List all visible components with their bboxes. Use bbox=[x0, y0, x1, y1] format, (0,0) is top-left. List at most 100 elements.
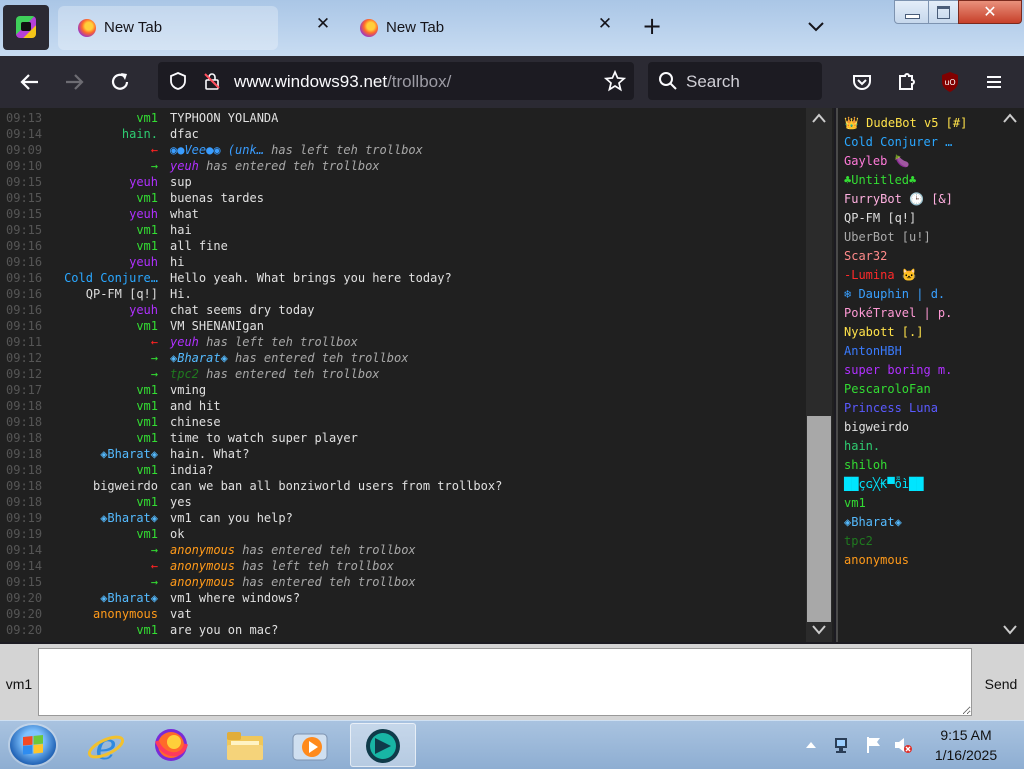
message-nick[interactable]: yeuh bbox=[129, 302, 158, 318]
system-message-text: tpc2 has entered teh trollbox bbox=[170, 367, 380, 381]
scroll-down-icon[interactable] bbox=[1002, 624, 1018, 636]
user-list-item[interactable]: FurryBot 🕒 [&] bbox=[844, 190, 953, 209]
taskbar-active-app[interactable] bbox=[350, 723, 416, 767]
message-nick[interactable]: hain. bbox=[122, 126, 158, 142]
user-list-item[interactable]: PescaroloFan bbox=[844, 380, 931, 399]
scroll-up-icon[interactable] bbox=[811, 112, 827, 124]
nickname-label[interactable]: vm1 bbox=[0, 645, 38, 719]
user-list-item[interactable]: vm1 bbox=[844, 494, 866, 513]
message-nick[interactable]: ◈Bharat◈ bbox=[100, 446, 158, 462]
chevron-down-icon[interactable] bbox=[806, 16, 826, 36]
message-nick[interactable]: vm1 bbox=[136, 318, 158, 334]
search-bar[interactable]: Search bbox=[648, 62, 822, 100]
message-nick[interactable]: bigweirdo bbox=[93, 478, 158, 494]
user-list-scrollbar[interactable] bbox=[996, 108, 1024, 642]
user-list-item[interactable]: QP-FM [q!] bbox=[844, 209, 916, 228]
chat-scroll-thumb[interactable] bbox=[807, 416, 831, 622]
url-text[interactable]: www.windows93.net/trollbox/ bbox=[234, 72, 451, 92]
shield-icon[interactable] bbox=[168, 71, 188, 91]
user-list-item[interactable]: ❄ Dauphin | d. bbox=[844, 285, 945, 304]
user-list-item[interactable]: 👑 DudeBot v5 [#] bbox=[844, 114, 967, 133]
show-hidden-icons-icon[interactable] bbox=[804, 739, 818, 751]
message-nick[interactable]: vm1 bbox=[136, 414, 158, 430]
user-list-item[interactable]: bigweirdo bbox=[844, 418, 909, 437]
message-nick[interactable]: vm1 bbox=[136, 382, 158, 398]
message-nick[interactable]: yeuh bbox=[129, 174, 158, 190]
minimize-button[interactable] bbox=[894, 0, 930, 24]
close-tab-1-icon[interactable]: ✕ bbox=[315, 16, 331, 33]
user-list-item[interactable]: ◈Bharat◈ bbox=[844, 513, 902, 532]
user-list-item[interactable]: AntonHBH bbox=[844, 342, 902, 361]
message-nick[interactable]: QP-FM [q!] bbox=[86, 286, 158, 302]
user-list-item[interactable]: Nyabott [.] bbox=[844, 323, 923, 342]
taskbar-media-player[interactable] bbox=[280, 723, 342, 767]
message-nick[interactable]: vm1 bbox=[136, 494, 158, 510]
new-tab-button[interactable]: + bbox=[640, 14, 664, 38]
app-badge[interactable] bbox=[3, 5, 49, 50]
pocket-icon[interactable] bbox=[848, 68, 876, 96]
bookmark-star-icon[interactable] bbox=[604, 70, 626, 92]
message-nick[interactable]: vm1 bbox=[136, 398, 158, 414]
message-input[interactable] bbox=[38, 648, 972, 716]
user-list-item[interactable]: ♣Untitled♣ bbox=[844, 171, 916, 190]
system-message-user: anonymous bbox=[170, 575, 236, 589]
user-list-item[interactable]: Scar32 bbox=[844, 247, 887, 266]
message-nick[interactable]: Cold Conjure… bbox=[64, 270, 158, 286]
message-nick[interactable]: ◈Bharat◈ bbox=[100, 510, 158, 526]
action-center-flag-icon[interactable] bbox=[864, 735, 884, 755]
search-input[interactable]: Search bbox=[686, 72, 740, 92]
user-list-item[interactable]: PokéTravel | p. bbox=[844, 304, 952, 323]
message-time: 09:18 bbox=[6, 447, 43, 461]
tray-clock[interactable]: 9:15 AM 1/16/2025 bbox=[918, 725, 1014, 765]
scroll-down-icon[interactable] bbox=[811, 624, 827, 636]
extensions-icon[interactable] bbox=[892, 68, 920, 96]
user-list-item[interactable]: Gayleb 🍆 bbox=[844, 152, 910, 171]
taskbar-file-explorer[interactable] bbox=[214, 723, 276, 767]
user-list-item[interactable]: ██çɢ╳₭▀ȭì██ bbox=[844, 475, 923, 494]
reload-icon[interactable] bbox=[106, 68, 134, 96]
message-text: hi bbox=[170, 255, 185, 269]
user-list-item[interactable]: Princess Luna bbox=[844, 399, 938, 418]
user-list-item[interactable]: UberBot [u!] bbox=[844, 228, 931, 247]
menu-hamburger-icon[interactable] bbox=[980, 68, 1008, 96]
scroll-up-icon[interactable] bbox=[1002, 112, 1018, 124]
user-list-item[interactable]: super boring m. bbox=[844, 361, 952, 380]
maximize-button[interactable] bbox=[928, 0, 960, 24]
message-nick[interactable]: yeuh bbox=[129, 254, 158, 270]
user-list-item[interactable]: -Lumina 🐱 bbox=[844, 266, 917, 285]
user-list-item[interactable]: hain. bbox=[844, 437, 880, 456]
message-nick[interactable]: vm1 bbox=[136, 526, 158, 542]
message-nick[interactable]: ◈Bharat◈ bbox=[100, 590, 158, 606]
forward-arrow-icon[interactable] bbox=[60, 68, 88, 96]
close-tab-2-icon[interactable]: ✕ bbox=[597, 16, 613, 33]
taskbar-firefox[interactable] bbox=[140, 723, 202, 767]
user-list-item[interactable]: Cold Conjurer … bbox=[844, 133, 952, 152]
volume-muted-icon[interactable] bbox=[892, 735, 914, 755]
message-nick[interactable]: vm1 bbox=[136, 238, 158, 254]
user-list-item[interactable]: shiloh bbox=[844, 456, 887, 475]
message-nick[interactable]: anonymous bbox=[93, 606, 158, 622]
tab-2[interactable]: New Tab bbox=[340, 6, 620, 50]
message-nick[interactable]: vm1 bbox=[136, 222, 158, 238]
chat-scrollbar[interactable] bbox=[806, 108, 832, 642]
start-button[interactable] bbox=[10, 725, 56, 765]
close-window-button[interactable]: ✕ bbox=[958, 0, 1022, 24]
message-nick[interactable]: vm1 bbox=[136, 622, 158, 638]
message-time: 09:20 bbox=[6, 591, 43, 605]
url-bar[interactable]: www.windows93.net/trollbox/ bbox=[158, 62, 634, 100]
insecure-lock-icon[interactable] bbox=[202, 71, 222, 91]
message-text: sup bbox=[170, 175, 192, 189]
send-button[interactable]: Send bbox=[978, 645, 1024, 719]
user-list-item[interactable]: anonymous bbox=[844, 551, 909, 570]
message-nick[interactable]: vm1 bbox=[136, 462, 158, 478]
message-nick[interactable]: vm1 bbox=[136, 430, 158, 446]
tab-1[interactable]: New Tab bbox=[58, 6, 278, 50]
message-nick[interactable]: yeuh bbox=[129, 206, 158, 222]
back-arrow-icon[interactable] bbox=[16, 68, 44, 96]
user-list-item[interactable]: tpc2 bbox=[844, 532, 873, 551]
taskbar-internet-explorer[interactable]: e bbox=[74, 723, 136, 767]
network-icon[interactable] bbox=[832, 735, 854, 755]
message-nick[interactable]: vm1 bbox=[136, 190, 158, 206]
ublock-origin-icon[interactable]: uO bbox=[936, 68, 964, 96]
message-nick[interactable]: vm1 bbox=[136, 110, 158, 126]
